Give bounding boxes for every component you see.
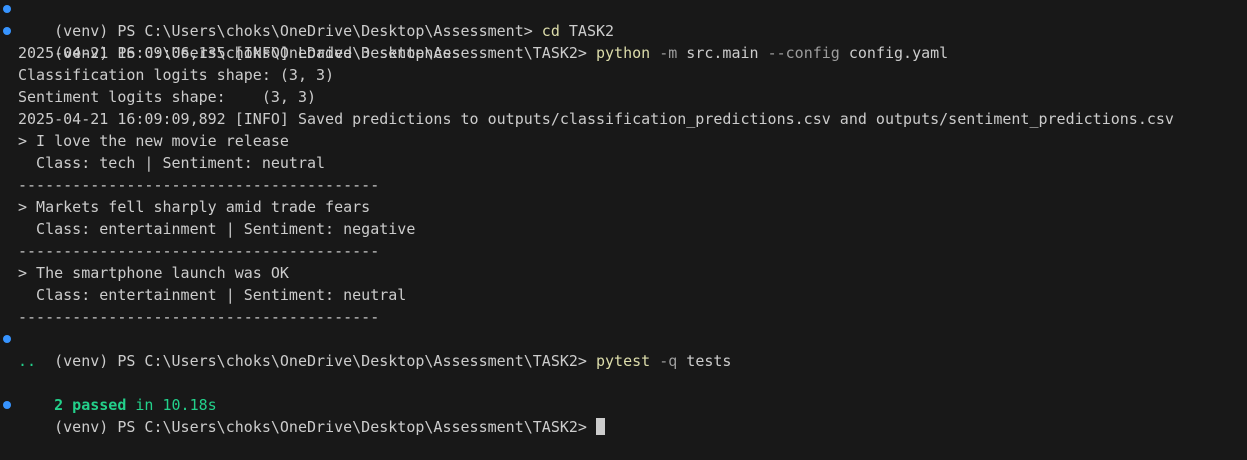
- command-decoration-icon[interactable]: [3, 27, 11, 35]
- output-line: Classification logits shape: (3, 3): [18, 66, 335, 84]
- command-decoration-icon[interactable]: [3, 335, 11, 343]
- result-detail: Class: entertainment | Sentiment: neutra…: [18, 286, 407, 304]
- shell-prompt: (venv) PS C:\Users\choks\OneDrive\Deskto…: [54, 418, 596, 436]
- result-detail: Class: entertainment | Sentiment: negati…: [18, 220, 416, 238]
- result-separator: ----------------------------------------: [18, 242, 380, 260]
- test-progress-dots: ..: [18, 352, 37, 370]
- result-detail: Class: tech | Sentiment: neutral: [18, 154, 326, 172]
- terminal-line-cd: (venv) PS C:\Users\choks\OneDrive\Deskto…: [0, 0, 1247, 40]
- result-sentence: > The smartphone launch was OK: [18, 264, 289, 282]
- command-decoration-icon[interactable]: [3, 401, 11, 409]
- result-separator: ----------------------------------------: [18, 176, 380, 194]
- terminal-line-pytest: (venv) PS C:\Users\choks\OneDrive\Deskto…: [0, 328, 1247, 370]
- output-line: 2025-04-21 16:09:09,892 [INFO] Saved pre…: [18, 110, 1174, 128]
- output-line: 2025-04-21 16:09:06,135 [INFO] Loaded 3 …: [18, 44, 461, 62]
- test-summary: 2 passed in 10.18s: [0, 372, 1247, 414]
- terminal-line-python: (venv) PS C:\Users\choks\OneDrive\Deskto…: [0, 20, 1247, 62]
- output-line: Sentiment logits shape: (3, 3): [18, 88, 317, 106]
- result-sentence: > Markets fell sharply amid trade fears: [18, 198, 371, 216]
- result-separator: ----------------------------------------: [18, 308, 380, 326]
- terminal-line-current[interactable]: (venv) PS C:\Users\choks\OneDrive\Deskto…: [0, 394, 1247, 436]
- terminal-cursor: [595, 418, 605, 435]
- command-decoration-icon[interactable]: [3, 5, 11, 13]
- terminal-panel[interactable]: (venv) PS C:\Users\choks\OneDrive\Deskto…: [0, 0, 1247, 436]
- result-sentence: > I love the new movie release: [18, 132, 289, 150]
